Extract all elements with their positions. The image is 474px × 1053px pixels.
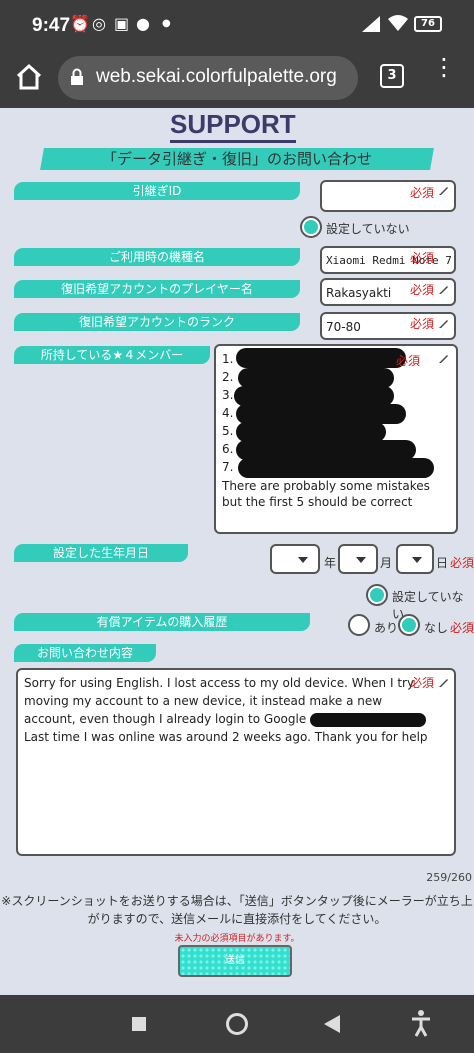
redaction <box>236 404 406 424</box>
member-line: 7. <box>222 460 234 474</box>
player-name-label: 復旧希望アカウントのプレイヤー名 <box>14 280 300 298</box>
redaction <box>236 440 416 460</box>
page-subtitle-text: 「データ引継ぎ・復旧」のお問い合わせ <box>101 150 372 168</box>
members-label: 所持している★４メンバー <box>14 346 210 364</box>
transfer-id-input[interactable] <box>320 180 456 212</box>
birth-month-select[interactable] <box>338 544 378 574</box>
member-line: 2. <box>222 370 234 384</box>
required-mark: 必須 <box>450 556 474 570</box>
whatsapp-icon: ◎ <box>92 14 106 33</box>
redaction <box>238 368 394 388</box>
members-textarea[interactable]: 1. 2. 3. 4. 5. 6. 7. There are probably … <box>214 344 458 534</box>
alarm-icon: ⏰ <box>70 14 90 33</box>
inquiry-text-part2: Last time I was online was around 2 week… <box>24 730 428 744</box>
transfer-id-not-set-label: 設定していない <box>326 222 410 236</box>
year-unit: 年 <box>324 556 337 570</box>
member-line: 4. <box>222 406 234 420</box>
members-note: There are probably some mistakes but the… <box>222 479 430 509</box>
page-title: SUPPORT <box>170 108 296 143</box>
validation-warning: 未入力の必須項目があります。 <box>174 934 300 944</box>
member-line: 6. <box>222 442 234 456</box>
required-mark: 必須 <box>410 186 435 200</box>
home-icon[interactable] <box>14 62 44 92</box>
battery-icon: 76 <box>414 16 442 32</box>
member-line: 5. <box>222 424 234 438</box>
recents-icon[interactable] <box>132 1017 146 1031</box>
support-page: SUPPORT 「データ引継ぎ・復旧」のお問い合わせ 引継ぎID 必須 設定して… <box>0 108 474 995</box>
member-line: 1. <box>222 352 234 366</box>
transfer-id-not-set-radio[interactable] <box>300 216 322 238</box>
status-bar: 9:47 ⏰ ◎ ▣ ● ● 76 <box>0 0 474 50</box>
overflow-menu-icon[interactable]: ⋮ <box>432 55 456 79</box>
url-text: web.sekai.colorfulpalette.org <box>96 66 337 87</box>
day-unit: 日 <box>436 556 449 570</box>
purchase-no-radio[interactable] <box>398 614 420 636</box>
birthday-label: 設定した生年月日 <box>14 544 188 562</box>
back-icon[interactable] <box>324 1015 340 1033</box>
send-button[interactable]: 送信 <box>178 945 292 977</box>
lock-icon <box>71 68 83 85</box>
discord-icon: ▣ <box>114 14 130 33</box>
required-mark: 必須 <box>396 354 421 368</box>
pencil-icon <box>439 320 448 328</box>
redaction <box>310 712 427 727</box>
address-bar[interactable]: web.sekai.colorfulpalette.org <box>58 56 358 100</box>
reddit-icon: ● <box>136 14 150 33</box>
player-name-value: Rakasyakti <box>326 286 392 300</box>
battery-level: 76 <box>421 18 435 29</box>
transfer-id-label: 引継ぎID <box>14 182 300 200</box>
purchase-label: 有償アイテムの購入履歴 <box>14 613 310 631</box>
pencil-icon <box>439 679 448 687</box>
required-mark: 必須 <box>410 251 435 265</box>
inquiry-text: Sorry for using English. I lost access t… <box>24 674 430 746</box>
status-time: 9:47 <box>32 15 71 36</box>
purchase-no-label: なし <box>424 621 449 635</box>
redaction <box>238 458 434 478</box>
signal-icon <box>362 16 380 32</box>
rank-input[interactable]: 70-80 <box>320 312 456 340</box>
device-label: ご利用時の機種名 <box>14 248 300 266</box>
purchase-yes-label: あり <box>374 621 399 635</box>
birth-day-select[interactable] <box>396 544 434 574</box>
home-nav-icon[interactable] <box>226 1013 248 1035</box>
rank-label: 復旧希望アカウントのランク <box>14 313 300 331</box>
wifi-icon <box>388 15 408 31</box>
accessibility-icon[interactable] <box>410 1009 432 1037</box>
dot-icon: ● <box>162 18 171 29</box>
required-mark: 必須 <box>450 621 474 635</box>
inquiry-label: お問い合わせ内容 <box>14 644 156 662</box>
page-subtitle: 「データ引継ぎ・復旧」のお問い合わせ <box>40 148 434 170</box>
birthday-not-set-radio[interactable] <box>366 584 388 606</box>
inquiry-textarea[interactable]: Sorry for using English. I lost access t… <box>16 668 456 856</box>
purchase-yes-radio[interactable] <box>348 614 370 636</box>
redaction <box>234 386 394 406</box>
pencil-icon <box>439 355 448 363</box>
month-unit: 月 <box>380 556 393 570</box>
character-counter: 259/260 <box>426 871 472 884</box>
player-name-input[interactable]: Rakasyakti <box>320 278 456 306</box>
required-mark: 必須 <box>410 317 435 331</box>
pencil-icon <box>439 286 448 294</box>
pencil-icon <box>439 187 448 195</box>
system-nav-bar <box>0 995 474 1053</box>
device-input[interactable]: Xiaomi Redmi Note 7 <box>320 246 456 274</box>
tab-switcher-button[interactable]: 3 <box>380 64 404 88</box>
redaction <box>236 422 386 442</box>
required-mark: 必須 <box>410 676 435 690</box>
member-line: 3. <box>222 388 234 402</box>
required-mark: 必須 <box>410 283 435 297</box>
rank-value: 70-80 <box>326 320 361 334</box>
screenshot-info: ※スクリーンショットをお送りする場合は、「送信」ボタンタップ後にメーラーが立ち上… <box>1 894 473 926</box>
browser-toolbar: web.sekai.colorfulpalette.org 3 ⋮ <box>0 50 474 108</box>
redaction <box>236 348 406 368</box>
birth-year-select[interactable] <box>270 544 320 574</box>
